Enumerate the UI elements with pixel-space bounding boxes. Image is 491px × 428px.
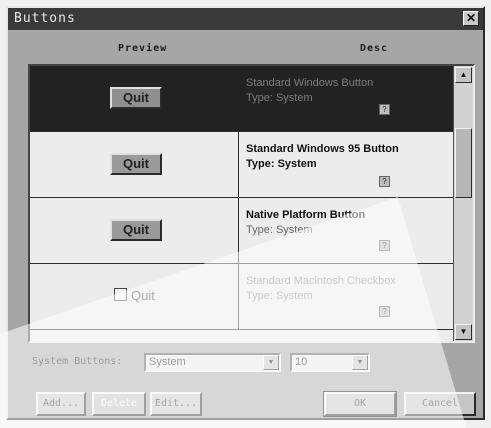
font-size-dropdown[interactable]: 10 ▼ (290, 353, 370, 372)
window-title: Buttons (14, 11, 76, 26)
row-title: Standard Windows Button (246, 77, 374, 89)
row-type: Type: System (246, 290, 313, 302)
row-title: Standard Windows 95 Button (246, 143, 399, 155)
row-preview-cell: Quit (30, 198, 239, 263)
delete-button[interactable]: Delete (92, 392, 146, 416)
checkbox-icon (114, 288, 127, 301)
list-item[interactable]: Quit Standard Windows 95 Button Type: Sy… (30, 132, 453, 198)
chevron-down-icon[interactable]: ▼ (352, 355, 368, 370)
checkbox-preview: Quit (114, 288, 155, 303)
button-list-rows: Quit Standard Windows Button Type: Syste… (30, 66, 453, 341)
row-type: Type: System (246, 158, 317, 170)
arrow-up-icon[interactable]: ▲ (455, 67, 472, 83)
list-item[interactable]: Quit Standard Windows Button Type: Syste… (30, 66, 453, 132)
button-type-value: System (149, 356, 186, 368)
row-description: Native Platform Button Type: System (246, 208, 449, 238)
list-item[interactable]: Quit Native Platform Button Type: System… (30, 198, 453, 264)
row-description: Standard Windows 95 Button Type: System (246, 142, 449, 172)
help-icon[interactable]: ? (379, 240, 390, 251)
quit-button-preview: Quit (110, 87, 162, 109)
button-list: Quit Standard Windows Button Type: Syste… (28, 64, 475, 343)
row-preview-cell: Quit (30, 264, 239, 329)
checkbox-label: Quit (131, 288, 155, 303)
scroll-thumb[interactable] (455, 128, 472, 198)
row-type: Type: System (246, 224, 313, 236)
help-icon[interactable]: ? (379, 306, 390, 317)
row-description: Standard Windows Button Type: System (246, 76, 449, 106)
buttons-dialog: Buttons ✕ Preview Desc Quit Standard Win… (6, 6, 485, 420)
help-icon[interactable]: ? (379, 176, 390, 187)
system-buttons-label: System Buttons: (32, 356, 123, 367)
add-button[interactable]: Add... (36, 392, 86, 416)
cancel-button[interactable]: Cancel (404, 392, 476, 416)
row-preview-cell: Quit (30, 132, 239, 197)
column-header-description: Desc (360, 43, 389, 54)
vertical-scrollbar[interactable]: ▲ ▼ (453, 66, 473, 341)
font-size-value: 10 (295, 356, 308, 368)
quit-button-preview: Quit (110, 153, 162, 175)
button-type-dropdown[interactable]: System ▼ (144, 353, 281, 372)
arrow-down-icon[interactable]: ▼ (455, 324, 472, 340)
quit-button-preview: Quit (110, 219, 162, 241)
help-icon[interactable]: ? (379, 104, 390, 115)
title-bar[interactable]: Buttons ✕ (8, 8, 483, 30)
row-title: Native Platform Button (246, 209, 366, 221)
chevron-down-icon[interactable]: ▼ (263, 355, 279, 370)
row-title: Standard Macintosh Checkbox (246, 275, 396, 287)
row-description: Standard Macintosh Checkbox Type: System (246, 274, 449, 304)
row-type: Type: System (246, 92, 313, 104)
column-header-preview: Preview (118, 43, 168, 54)
edit-button[interactable]: Edit... (150, 392, 202, 416)
list-item[interactable]: Quit Standard Macintosh Checkbox Type: S… (30, 264, 453, 330)
close-icon[interactable]: ✕ (463, 11, 479, 26)
ok-button[interactable]: OK (323, 391, 397, 417)
row-preview-cell: Quit (30, 66, 239, 131)
